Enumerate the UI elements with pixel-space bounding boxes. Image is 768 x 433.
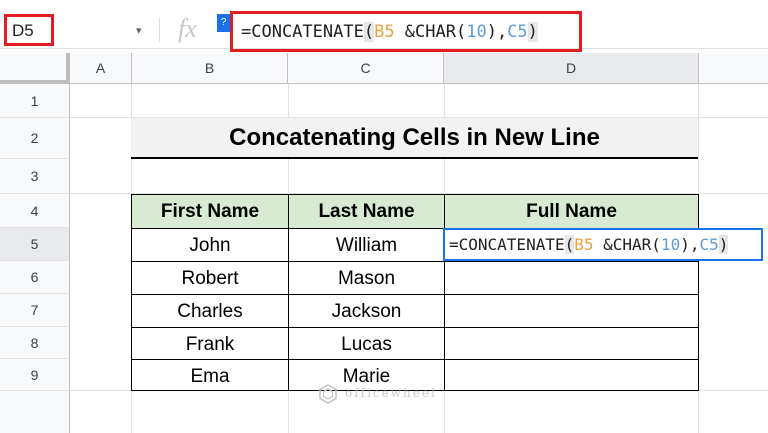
- formula-ref-b5: B5: [374, 22, 395, 42]
- select-all-corner[interactable]: [0, 53, 70, 84]
- watermark-logo-icon: [319, 384, 337, 404]
- column-header-d[interactable]: D: [444, 53, 699, 84]
- row-header-9[interactable]: 9: [0, 359, 70, 391]
- formula-bar: D5 ▾ fx ? =CONCATENATE(B5 &CHAR(10),C5): [0, 0, 768, 52]
- table-cell[interactable]: Robert: [131, 261, 288, 294]
- name-box-dropdown-icon[interactable]: ▾: [136, 24, 142, 37]
- formula-char: &CHAR(: [593, 235, 661, 254]
- formula-open-paren: (: [564, 235, 575, 254]
- row-header-4[interactable]: 4: [0, 194, 70, 228]
- formula-input[interactable]: =CONCATENATE(B5 &CHAR(10),C5): [230, 11, 582, 52]
- watermark-text: officewheel: [345, 386, 437, 400]
- formula-ref-c5: C5: [507, 22, 528, 42]
- formula-open-paren: (: [363, 22, 375, 42]
- formula-ref-b5: B5: [574, 235, 594, 254]
- divider: [159, 18, 160, 42]
- table-cell[interactable]: John: [131, 228, 288, 261]
- table-border: [698, 194, 699, 391]
- formula-function: =CONCATENATE: [241, 22, 364, 42]
- column-header-e[interactable]: [699, 53, 768, 84]
- table-cell[interactable]: Mason: [288, 261, 444, 294]
- formula-close-paren: ): [718, 235, 729, 254]
- column-header-b[interactable]: B: [132, 53, 288, 84]
- row-header-7[interactable]: 7: [0, 294, 70, 327]
- row-header-1[interactable]: 1: [0, 84, 70, 118]
- table-header-full-name[interactable]: Full Name: [444, 194, 698, 228]
- formula-close-char: ),: [680, 235, 700, 254]
- row-header-blank: [0, 391, 70, 433]
- name-box[interactable]: D5: [4, 14, 54, 46]
- table-cell[interactable]: [444, 294, 698, 327]
- formula-help-icon[interactable]: ?: [217, 14, 230, 32]
- fx-icon: fx: [178, 14, 197, 43]
- formula-function: =CONCATENATE: [449, 235, 565, 254]
- row-header-6[interactable]: 6: [0, 261, 70, 294]
- table-cell[interactable]: [444, 359, 698, 390]
- formula-number: 10: [660, 235, 681, 254]
- row-header-3[interactable]: 3: [0, 159, 70, 194]
- table-cell[interactable]: William: [288, 228, 444, 261]
- active-cell-editor[interactable]: =CONCATENATE(B5 &CHAR(10),C5): [443, 228, 763, 261]
- formula-close-paren: ): [527, 22, 538, 42]
- table-header-first-name[interactable]: First Name: [131, 194, 288, 228]
- table-cell[interactable]: [444, 261, 698, 294]
- sheet-title[interactable]: Concatenating Cells in New Line: [131, 118, 698, 159]
- table-cell[interactable]: Ema: [131, 359, 288, 390]
- row-header-8[interactable]: 8: [0, 327, 70, 359]
- table-cell[interactable]: Frank: [131, 327, 288, 359]
- table-cell[interactable]: Jackson: [288, 294, 444, 327]
- column-header-c[interactable]: C: [288, 53, 444, 84]
- row-header-2[interactable]: 2: [0, 118, 70, 159]
- formula-ref-c5: C5: [699, 235, 719, 254]
- formula-number: 10: [466, 22, 487, 42]
- table-cell[interactable]: [444, 327, 698, 359]
- row-header-5[interactable]: 5: [0, 228, 70, 261]
- formula-close-char: ),: [486, 22, 508, 42]
- table-cell[interactable]: Charles: [131, 294, 288, 327]
- table-header-last-name[interactable]: Last Name: [288, 194, 444, 228]
- column-header-a[interactable]: A: [70, 53, 132, 84]
- formula-char: &CHAR(: [394, 22, 467, 42]
- table-cell[interactable]: Lucas: [288, 327, 444, 359]
